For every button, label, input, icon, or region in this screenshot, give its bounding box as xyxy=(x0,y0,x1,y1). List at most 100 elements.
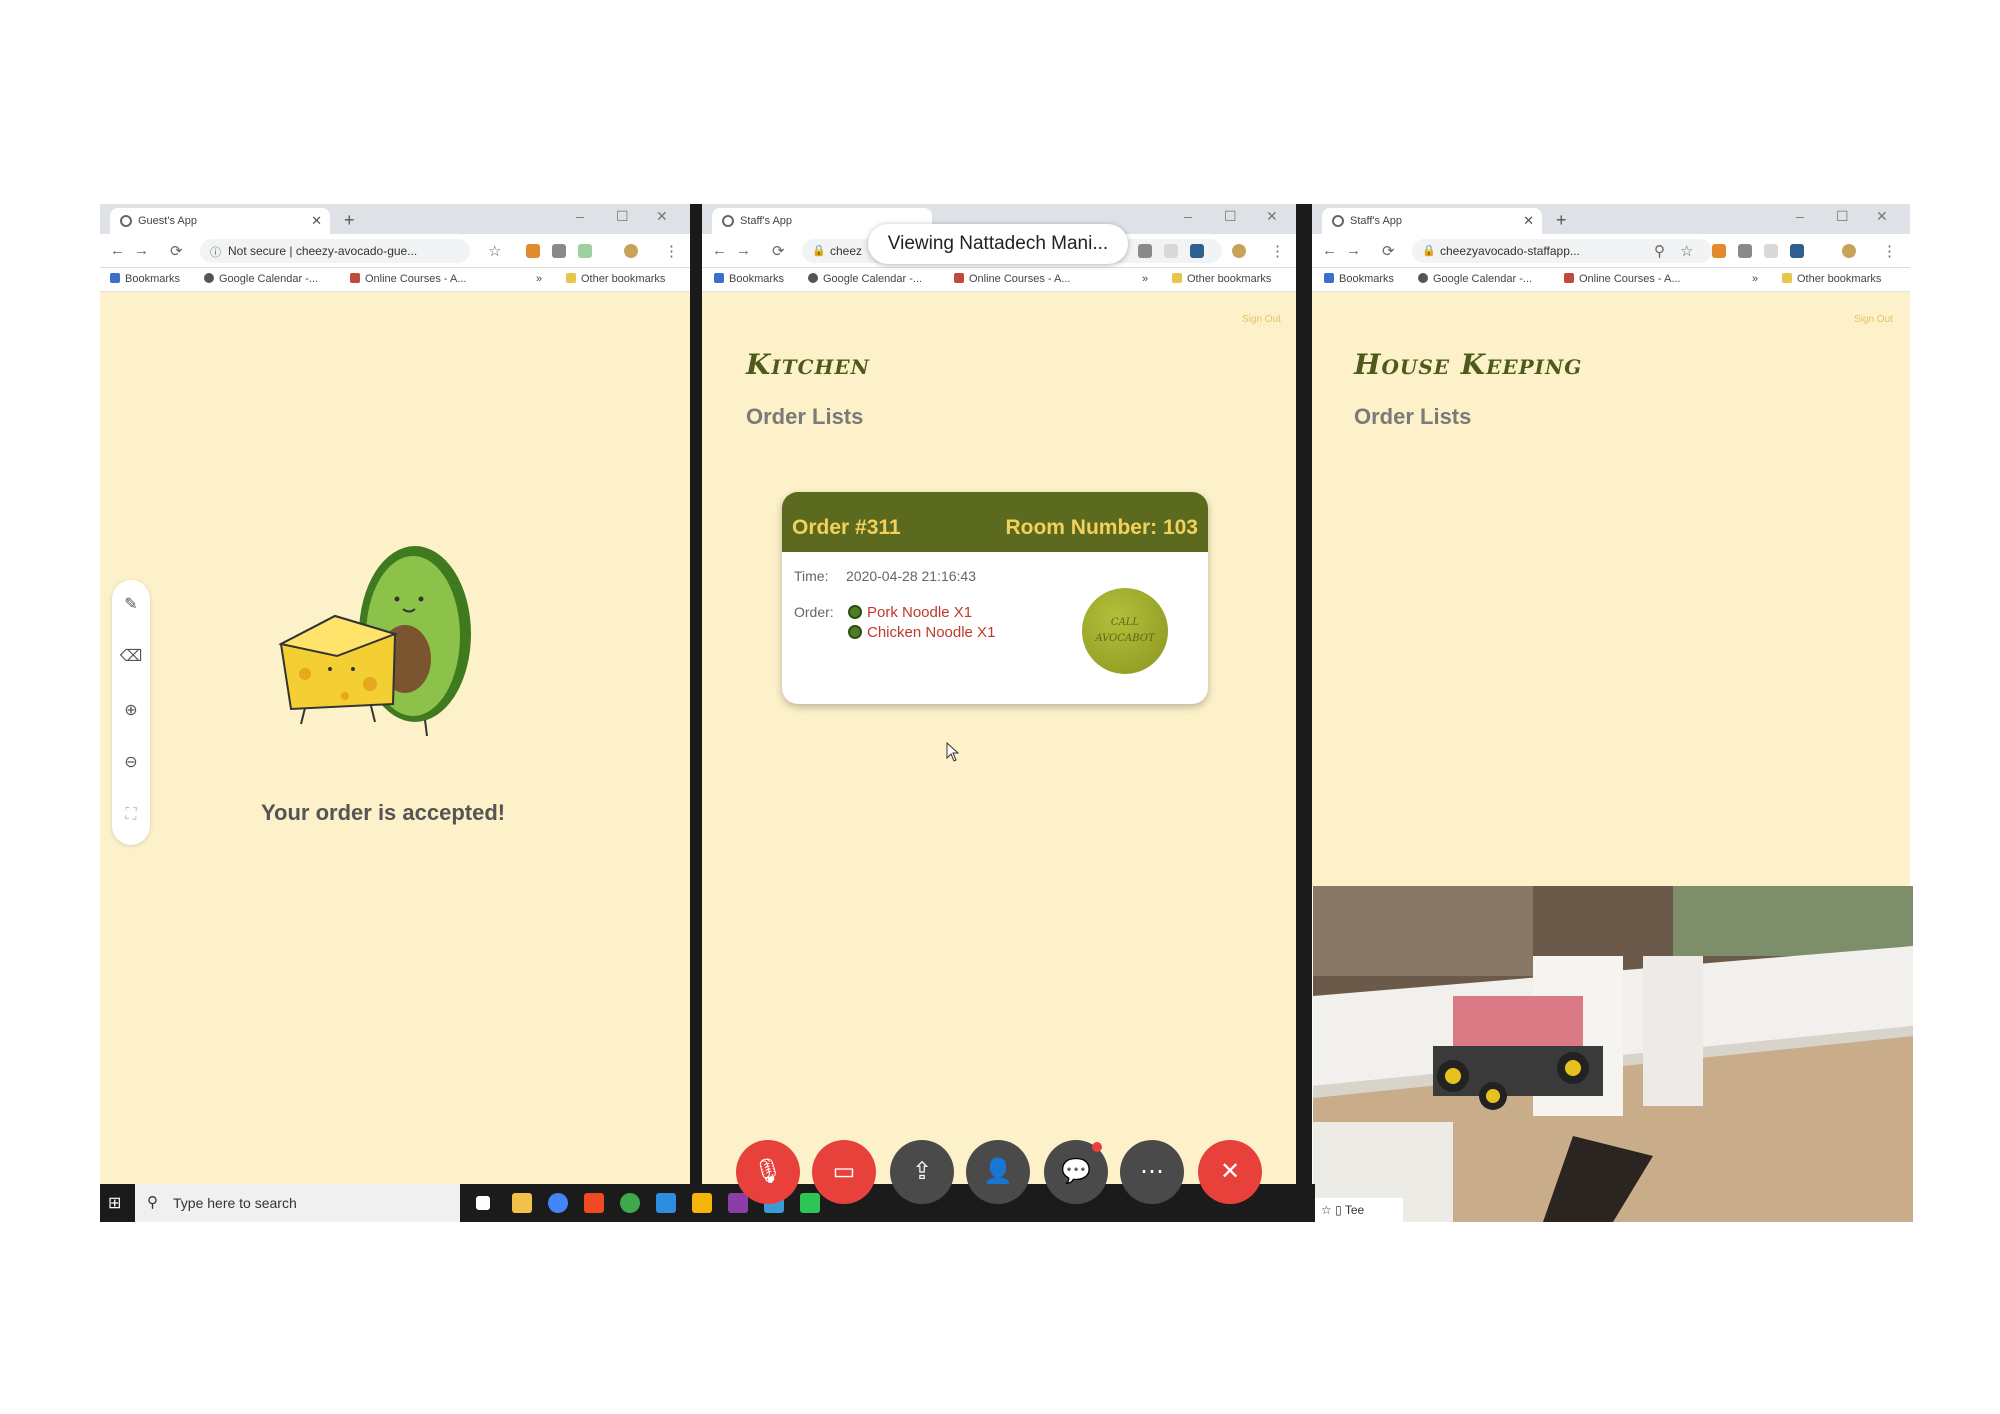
tab-guest-app[interactable]: Guest's App ✕ xyxy=(110,208,330,234)
vscode-icon[interactable] xyxy=(656,1193,676,1213)
participants-icon: 👤 xyxy=(983,1158,1013,1185)
app-icon[interactable] xyxy=(692,1193,712,1213)
other-bookmarks[interactable]: Other bookmarks xyxy=(1782,273,1881,285)
extension-icon[interactable] xyxy=(526,244,540,258)
other-bookmarks[interactable]: Other bookmarks xyxy=(1172,273,1271,285)
maximize-icon[interactable]: ☐ xyxy=(1224,208,1237,225)
task-view-icon[interactable] xyxy=(476,1196,490,1210)
minimize-icon[interactable]: – xyxy=(1796,208,1804,224)
menu-icon[interactable]: ⋮ xyxy=(1882,242,1897,260)
close-tab-icon[interactable]: ✕ xyxy=(311,213,322,229)
url-field[interactable]: ⓘ Not secure | cheezy-avocado-gue... xyxy=(200,239,470,263)
reload-icon[interactable]: ⟳ xyxy=(1382,242,1395,260)
bookmark-item[interactable]: Google Calendar -... xyxy=(808,273,922,285)
avocado-bullet-icon xyxy=(848,625,862,639)
extension-icon[interactable] xyxy=(1164,244,1178,258)
tab-staff-app[interactable]: Staff's App ✕ xyxy=(1322,208,1542,234)
stop-video-button[interactable]: ▭ xyxy=(812,1140,876,1204)
line-icon[interactable] xyxy=(800,1193,820,1213)
back-icon[interactable]: ← xyxy=(1322,242,1337,259)
window-close-icon[interactable]: ✕ xyxy=(1266,208,1278,225)
bookmark-item[interactable]: Online Courses - A... xyxy=(1564,273,1681,285)
extension-icon[interactable] xyxy=(1138,244,1152,258)
minimize-icon[interactable]: – xyxy=(576,208,584,224)
windows-start-icon[interactable]: ⊞ xyxy=(108,1193,121,1213)
other-bookmarks[interactable]: Other bookmarks xyxy=(566,273,665,285)
participants-button[interactable]: 👤 xyxy=(966,1140,1030,1204)
extension-icon[interactable] xyxy=(1712,244,1726,258)
courses-icon xyxy=(350,273,360,283)
courses-icon xyxy=(1564,273,1574,283)
chat-button[interactable]: 💬 xyxy=(1044,1140,1108,1204)
zoom-out-icon[interactable]: ⊖ xyxy=(112,752,150,772)
extension-icon[interactable] xyxy=(1764,244,1778,258)
file-explorer-icon[interactable] xyxy=(512,1193,532,1213)
mouse-cursor-icon xyxy=(946,742,960,762)
bookmarks-overflow[interactable]: » xyxy=(536,273,542,285)
more-options-button[interactable]: ⋯ xyxy=(1120,1140,1184,1204)
call-avocabot-button[interactable]: CALL AVOCABOT xyxy=(1082,588,1168,674)
folder-icon xyxy=(1172,273,1182,283)
order-card-header: Order #311 Room Number: 103 xyxy=(782,492,1208,552)
time-label: Time: xyxy=(794,568,829,584)
bookmarks-overflow[interactable]: » xyxy=(1752,273,1758,285)
bookmark-star-icon[interactable]: ☆ xyxy=(488,242,501,260)
onenote-icon[interactable] xyxy=(728,1193,748,1213)
forward-icon[interactable]: → xyxy=(1346,242,1361,259)
mute-mic-button[interactable]: 🎙 xyxy=(736,1140,800,1204)
reload-icon[interactable]: ⟳ xyxy=(170,242,183,260)
new-tab-icon[interactable]: + xyxy=(1556,210,1567,231)
bookmark-item[interactable]: Google Calendar -... xyxy=(204,273,318,285)
minimize-icon[interactable]: – xyxy=(1184,208,1192,224)
forward-icon[interactable]: → xyxy=(736,242,751,259)
bookmark-item[interactable]: Google Calendar -... xyxy=(1418,273,1532,285)
bookmarks-overflow[interactable]: » xyxy=(1142,273,1148,285)
forward-icon[interactable]: → xyxy=(134,242,149,259)
share-screen-button[interactable]: ⇪ xyxy=(890,1140,954,1204)
taskbar-search-input[interactable]: ⚲ Type here to search xyxy=(135,1184,460,1222)
extension-icon[interactable] xyxy=(1190,244,1204,258)
new-tab-icon[interactable]: + xyxy=(344,210,355,231)
pin-icon[interactable]: ☆ xyxy=(1321,1203,1332,1217)
not-secure-label: Not secure xyxy=(228,244,287,258)
back-icon[interactable]: ← xyxy=(712,242,727,259)
extension-icon[interactable] xyxy=(578,244,592,258)
menu-icon[interactable]: ⋮ xyxy=(664,242,679,260)
notification-dot xyxy=(1092,1142,1102,1152)
brave-icon[interactable] xyxy=(584,1193,604,1213)
page-title: Kitchen xyxy=(746,348,870,381)
maximize-icon[interactable]: ☐ xyxy=(1836,208,1849,225)
bookmark-star-icon[interactable]: ☆ xyxy=(1680,242,1693,260)
window-close-icon[interactable]: ✕ xyxy=(656,208,668,225)
close-tab-icon[interactable]: ✕ xyxy=(1523,213,1534,229)
order-accepted-message: Your order is accepted! xyxy=(261,800,506,825)
sign-out-link[interactable]: Sign Out xyxy=(1242,314,1281,325)
bookmark-item[interactable]: Online Courses - A... xyxy=(954,273,1071,285)
extension-icon[interactable] xyxy=(1790,244,1804,258)
zoom-icon[interactable]: ⚲ xyxy=(1654,242,1665,260)
profile-avatar[interactable] xyxy=(1232,244,1246,258)
back-icon[interactable]: ← xyxy=(110,242,125,259)
menu-icon[interactable]: ⋮ xyxy=(1270,242,1285,260)
bookmark-item[interactable]: Bookmarks xyxy=(714,273,784,285)
room-number: Room Number: 103 xyxy=(1005,516,1198,539)
url-field[interactable]: 🔒 cheezyavocado-staffapp... xyxy=(1412,239,1712,263)
bookmark-item[interactable]: Bookmarks xyxy=(110,273,180,285)
leave-meeting-button[interactable]: ✕ xyxy=(1198,1140,1262,1204)
edge-icon[interactable] xyxy=(620,1193,640,1213)
profile-avatar[interactable] xyxy=(1842,244,1856,258)
reload-icon[interactable]: ⟳ xyxy=(772,242,785,260)
pen-icon[interactable]: ✎ xyxy=(112,594,150,614)
bookmark-item[interactable]: Online Courses - A... xyxy=(350,273,467,285)
bookmark-item[interactable]: Bookmarks xyxy=(1324,273,1394,285)
sign-out-link[interactable]: Sign Out xyxy=(1854,314,1893,325)
maximize-icon[interactable]: ☐ xyxy=(616,208,629,225)
eraser-icon[interactable]: ⌫ xyxy=(112,646,150,666)
chrome-icon[interactable] xyxy=(548,1193,568,1213)
zoom-in-icon[interactable]: ⊕ xyxy=(112,700,150,720)
extension-icon[interactable] xyxy=(1738,244,1752,258)
fullscreen-icon[interactable]: ⛶ xyxy=(112,806,150,824)
window-close-icon[interactable]: ✕ xyxy=(1876,208,1888,225)
profile-avatar[interactable] xyxy=(624,244,638,258)
extension-icon[interactable] xyxy=(552,244,566,258)
